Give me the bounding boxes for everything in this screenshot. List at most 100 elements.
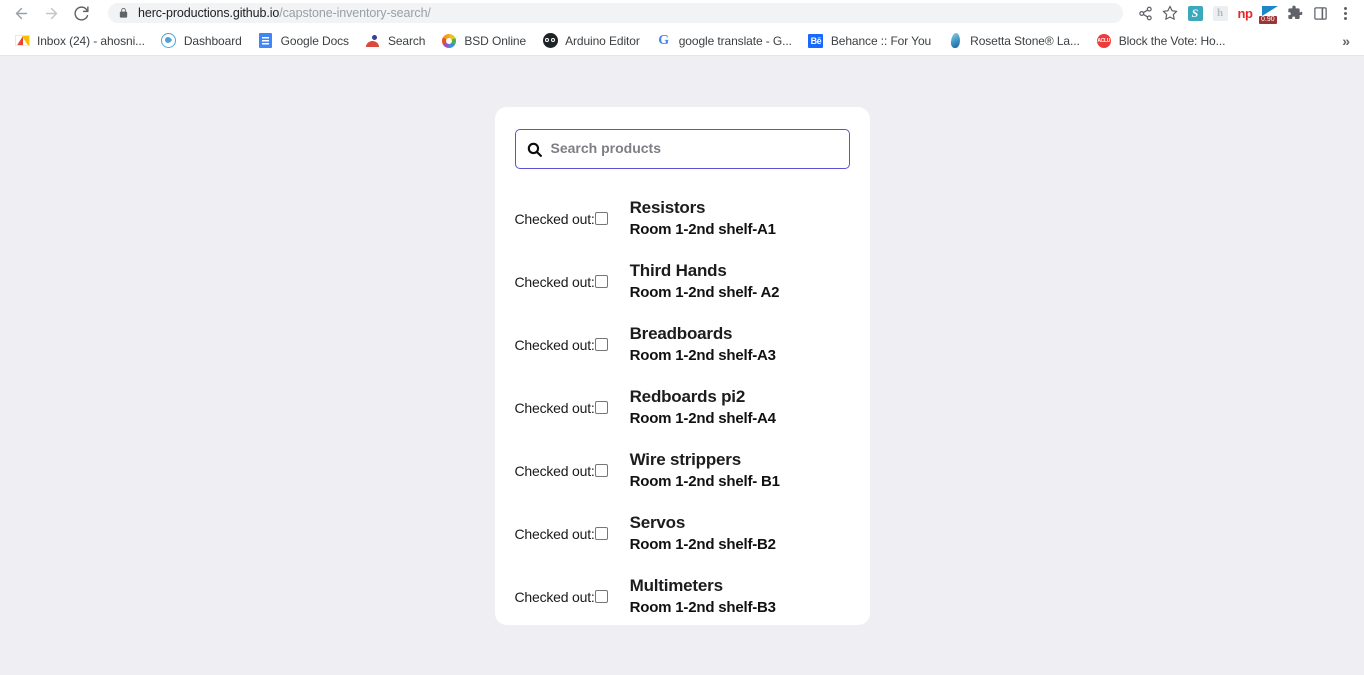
bookmark-label: BSD Online (464, 34, 526, 48)
kebab-glyph (1344, 7, 1347, 20)
checked-out-label: Checked out: (515, 526, 595, 542)
bookmark-rosetta-stone[interactable]: Rosetta Stone® La... (939, 29, 1088, 53)
bookmark-bsd-online[interactable]: BSD Online (433, 29, 534, 53)
bookmark-star-icon[interactable] (1159, 2, 1181, 24)
search-section (515, 129, 850, 169)
product-row: Checked out: Wire strippers Room 1-2nd s… (515, 439, 850, 502)
bookmark-label: Arduino Editor (565, 34, 640, 48)
inventory-card: Checked out: Resistors Room 1-2nd shelf-… (495, 107, 870, 625)
search-icon (526, 141, 543, 158)
gmail-favicon (14, 33, 30, 49)
bookmark-label: Behance :: For You (831, 34, 931, 48)
checked-out-checkbox[interactable] (595, 527, 608, 540)
honey-extension-icon[interactable]: h (1209, 2, 1231, 24)
product-name: Servos (630, 512, 850, 535)
product-info: Breadboards Room 1-2nd shelf-A3 (630, 323, 850, 366)
product-name: Wire strippers (630, 449, 850, 472)
search-input[interactable] (551, 141, 839, 157)
bsd-online-favicon (441, 33, 457, 49)
bookmark-label: Rosetta Stone® La... (970, 34, 1080, 48)
product-row: Checked out: Breadboards Room 1-2nd shel… (515, 313, 850, 376)
product-name: Resistors (630, 197, 850, 220)
reload-button[interactable] (68, 0, 94, 26)
product-location: Room 1-2nd shelf-A3 (630, 346, 850, 366)
lock-icon (118, 7, 129, 19)
share-icon[interactable] (1134, 2, 1156, 24)
product-info: Wire strippers Room 1-2nd shelf- B1 (630, 449, 850, 492)
bookmark-arduino-editor[interactable]: Arduino Editor (534, 29, 648, 53)
search-favicon (365, 33, 381, 49)
product-location: Room 1-2nd shelf-A1 (630, 220, 850, 240)
checked-out-label: Checked out: (515, 274, 595, 290)
product-row: Checked out: Resistors Room 1-2nd shelf-… (515, 187, 850, 250)
google-favicon: G (656, 33, 672, 49)
product-location: Room 1-2nd shelf-B2 (630, 535, 850, 555)
honey-glyph: h (1213, 6, 1228, 21)
flag-glyph: 0.90 (1260, 3, 1280, 23)
url-path: /capstone-inventory-search/ (279, 6, 431, 20)
product-location: Room 1-2nd shelf- A2 (630, 283, 850, 303)
product-row: Checked out: Third Hands Room 1-2nd shel… (515, 250, 850, 313)
bookmark-label: Block the Vote: Ho... (1119, 34, 1226, 48)
checked-out-checkbox[interactable] (595, 275, 608, 288)
product-location: Room 1-2nd shelf-B3 (630, 598, 850, 618)
checked-out-label: Checked out: (515, 211, 595, 227)
product-name: Redboards pi2 (630, 386, 850, 409)
np-extension-icon[interactable]: np (1234, 2, 1256, 24)
speed-badge: 0.90 (1259, 16, 1277, 24)
browser-toolbar: herc-productions.github.io/capstone-inve… (0, 0, 1364, 26)
product-info: Redboards pi2 Room 1-2nd shelf-A4 (630, 386, 850, 429)
chrome-menu-icon[interactable] (1334, 2, 1356, 24)
video-speed-extension-icon[interactable]: 0.90 (1259, 2, 1281, 24)
bookmark-label: google translate - G... (679, 34, 792, 48)
checked-out-checkbox[interactable] (595, 590, 608, 603)
bookmark-label: Dashboard (184, 34, 242, 48)
forward-button[interactable] (38, 0, 64, 26)
bookmark-search[interactable]: Search (357, 29, 433, 53)
bookmark-inbox[interactable]: Inbox (24) - ahosni... (6, 29, 153, 53)
arduino-favicon (542, 33, 558, 49)
product-name: Breadboards (630, 323, 850, 346)
product-info: Servos Room 1-2nd shelf-B2 (630, 512, 850, 555)
url-host: herc-productions.github.io (138, 6, 279, 20)
behance-favicon: Bē (808, 33, 824, 49)
bookmark-google-translate[interactable]: G google translate - G... (648, 29, 800, 53)
product-row: Checked out: Redboards pi2 Room 1-2nd sh… (515, 376, 850, 439)
checked-out-checkbox[interactable] (595, 212, 608, 225)
bookmark-google-docs[interactable]: Google Docs (250, 29, 357, 53)
product-info: Resistors Room 1-2nd shelf-A1 (630, 197, 850, 240)
product-list: Checked out: Resistors Room 1-2nd shelf-… (515, 187, 850, 625)
product-location: Room 1-2nd shelf-A4 (630, 409, 850, 429)
checked-out-checkbox[interactable] (595, 464, 608, 477)
product-info: Third Hands Room 1-2nd shelf- A2 (630, 260, 850, 303)
address-bar-url: herc-productions.github.io/capstone-inve… (138, 6, 431, 20)
bookmark-dashboard[interactable]: Dashboard (153, 29, 250, 53)
bookmark-label: Google Docs (281, 34, 349, 48)
search-box[interactable] (515, 129, 850, 169)
product-info: Multimeters Room 1-2nd shelf-B3 (630, 575, 850, 618)
sidepanel-icon[interactable] (1309, 2, 1331, 24)
np-glyph: np (1238, 7, 1253, 20)
grammarly-extension-icon[interactable]: S (1184, 2, 1206, 24)
bookmark-block-the-vote[interactable]: ACLU Block the Vote: Ho... (1088, 29, 1234, 53)
aclu-favicon: ACLU (1096, 33, 1112, 49)
dashboard-favicon (161, 33, 177, 49)
bookmarks-overflow-button[interactable]: » (1334, 33, 1358, 49)
product-name: Third Hands (630, 260, 850, 283)
bookmark-behance[interactable]: Bē Behance :: For You (800, 29, 939, 53)
browser-chrome: herc-productions.github.io/capstone-inve… (0, 0, 1364, 56)
back-button[interactable] (8, 0, 34, 26)
checked-out-label: Checked out: (515, 337, 595, 353)
bookmark-label: Inbox (24) - ahosni... (37, 34, 145, 48)
bookmark-label: Search (388, 34, 425, 48)
page-viewport: Checked out: Resistors Room 1-2nd shelf-… (0, 56, 1364, 675)
checked-out-checkbox[interactable] (595, 401, 608, 414)
product-location: Room 1-2nd shelf- B1 (630, 472, 850, 492)
extensions-puzzle-icon[interactable] (1284, 2, 1306, 24)
bookmarks-bar: Inbox (24) - ahosni... Dashboard Google … (0, 26, 1364, 56)
checked-out-label: Checked out: (515, 589, 595, 605)
address-bar[interactable]: herc-productions.github.io/capstone-inve… (108, 3, 1123, 23)
product-name: Multimeters (630, 575, 850, 598)
product-row: Checked out: Servos Room 1-2nd shelf-B2 (515, 502, 850, 565)
checked-out-checkbox[interactable] (595, 338, 608, 351)
